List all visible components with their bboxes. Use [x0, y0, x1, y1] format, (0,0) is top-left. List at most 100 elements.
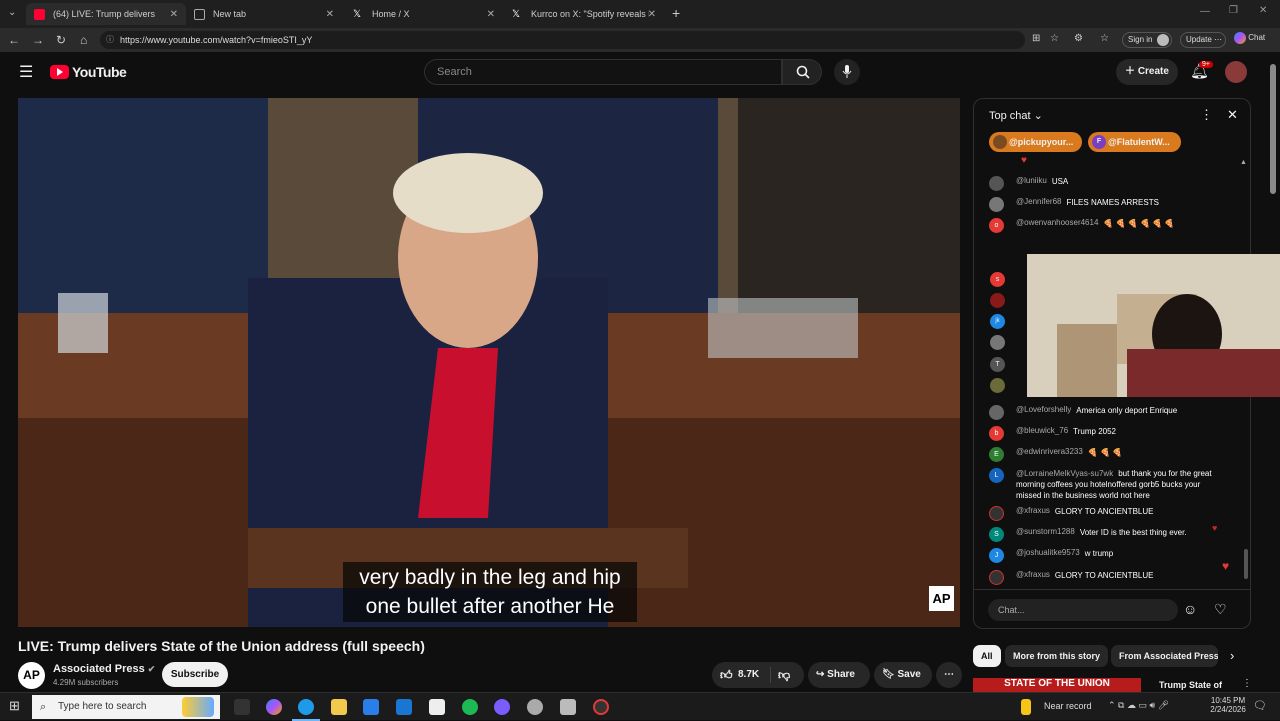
recommendation-title[interactable]: Trump State of [1159, 680, 1222, 690]
discord-icon[interactable] [494, 699, 510, 715]
chat-author[interactable]: @xfraxus [1016, 506, 1050, 515]
close-tab-icon[interactable]: ✕ [170, 9, 178, 20]
channel-avatar[interactable]: AP [18, 662, 45, 689]
store-icon[interactable] [363, 699, 379, 715]
tab-home-x[interactable]: 𝕏 Home / X ✕ [345, 3, 503, 25]
tab-list-chevron-icon[interactable]: ⌄ [8, 7, 16, 18]
system-tray-icons[interactable]: ⌃ ⧉ ☁ ▭ 🔊︎ 🎤︎ [1108, 700, 1169, 711]
notepad-icon[interactable] [429, 699, 445, 715]
recommendation-more-icon[interactable]: ⋮ [1242, 678, 1252, 689]
hamburger-menu-icon[interactable]: ☰ [19, 62, 33, 82]
search-button[interactable] [782, 59, 822, 85]
taskbar-search-input[interactable]: ⌕ Type here to search [32, 695, 220, 719]
chip-all[interactable]: All [973, 645, 1001, 667]
account-avatar[interactable] [1225, 61, 1247, 83]
chat-avatar: S [989, 527, 1004, 542]
close-tab-icon[interactable]: ✕ [326, 9, 334, 20]
chat-author[interactable]: @joshualitke9573 [1016, 548, 1080, 557]
heart-icon[interactable]: ♡ [1214, 601, 1227, 618]
chat-more-options-icon[interactable]: ⋮ [1200, 107, 1213, 123]
recommendation-thumbnail[interactable]: STATE OF THE UNION [973, 678, 1141, 692]
tab-youtube[interactable]: (64) LIVE: Trump delivers State ✕ [26, 3, 186, 25]
close-window-icon[interactable]: ✕ [1259, 5, 1267, 16]
chevron-right-icon[interactable]: › [1230, 648, 1234, 663]
chat-input[interactable]: Chat... [988, 599, 1178, 621]
app-icon[interactable]: ⊞ [1032, 33, 1040, 44]
chat-author[interactable]: @owenvanhooser4614 [1016, 218, 1098, 227]
spotify-icon[interactable] [462, 699, 478, 715]
sign-in-button[interactable]: Sign in [1122, 32, 1172, 48]
more-actions-button[interactable]: ⋯ [936, 662, 962, 688]
profile-avatar-icon [1157, 34, 1169, 46]
save-button[interactable]: 🔖︎ Save [874, 662, 932, 688]
app-icon[interactable] [527, 699, 543, 715]
chat-author[interactable]: @luniiku [1016, 176, 1047, 185]
forward-arrow-icon[interactable]: → [32, 33, 44, 47]
chip-from-associated-press[interactable]: From Associated Press [1111, 645, 1218, 667]
like-button[interactable]: 👍︎ [720, 662, 733, 688]
obs-icon[interactable] [593, 699, 609, 715]
clock[interactable]: 10:45 PM 2/24/2026 [1206, 696, 1250, 714]
channel-name[interactable]: Associated Press ✔ [53, 663, 155, 675]
mail-icon[interactable] [396, 699, 412, 715]
chat-scrollbar[interactable] [1244, 549, 1248, 579]
chat-author[interactable]: @Jennifer68 [1016, 197, 1061, 206]
search-input[interactable]: Search [424, 59, 782, 85]
refresh-icon[interactable]: ↻ [56, 33, 66, 47]
windows-start-icon[interactable]: ⊞ [9, 698, 20, 714]
tab-new-tab[interactable]: New tab ✕ [186, 3, 342, 25]
voice-search-button[interactable] [834, 59, 860, 85]
heart-reaction-icon: ♥ [1222, 559, 1230, 573]
update-button[interactable]: Update ⋯ [1180, 32, 1226, 48]
favorites-icon[interactable]: ☆ [1100, 33, 1109, 44]
chip-more-from-story[interactable]: More from this story [1005, 645, 1109, 667]
create-button[interactable]: ＋ Create [1116, 59, 1178, 85]
close-tab-icon[interactable]: ✕ [487, 9, 495, 20]
chat-avatar [989, 506, 1004, 521]
extensions-icon[interactable]: ⚙ [1074, 33, 1083, 44]
site-info-icon[interactable]: ⓘ [106, 31, 114, 49]
copilot-chat-button[interactable]: Chat [1234, 32, 1265, 44]
weather-text[interactable]: Near record [1044, 701, 1092, 711]
back-arrow-icon[interactable]: ← [8, 33, 20, 47]
edge-browser-icon[interactable] [298, 699, 314, 715]
home-icon[interactable]: ⌂ [80, 33, 87, 47]
top-chat-dropdown[interactable]: Top chat ⌄ [989, 109, 1043, 122]
chat-author[interactable]: @sunstorm1288 [1016, 527, 1075, 536]
chat-message: o @owenvanhooser4614 🍕 🍕 🍕 🍕 🍕 🍕 [989, 218, 1229, 233]
chat-author[interactable]: @edwinrivera3233 [1016, 447, 1083, 456]
video-player[interactable]: very badly in the leg and hip one bullet… [18, 98, 960, 627]
chat-author[interactable]: @xfraxus [1016, 570, 1050, 579]
subscribe-button[interactable]: Subscribe [162, 662, 228, 687]
tab-kurrco-x[interactable]: 𝕏 Kurrco on X: "Spotify reveals its la ✕ [504, 3, 664, 25]
pinned-chip-2[interactable]: F @FlatulentW... [1088, 132, 1181, 152]
pinned-chip-1[interactable]: @pickupyour... [989, 132, 1082, 152]
file-explorer-icon[interactable] [331, 699, 347, 715]
chat-author[interactable]: @bleuwick_76 [1016, 426, 1068, 435]
close-chat-icon[interactable]: ✕ [1227, 107, 1238, 123]
notification-center-icon[interactable]: 🗨︎ [1253, 699, 1267, 712]
page-icon [194, 8, 205, 20]
youtube-logo[interactable]: YouTube [50, 64, 127, 80]
dislike-button[interactable]: 👎︎ [778, 662, 790, 688]
page-scrollbar[interactable] [1270, 64, 1276, 194]
new-tab-plus-icon[interactable]: + [672, 5, 680, 21]
scroll-up-arrow-icon[interactable]: ▲ [1240, 159, 1247, 166]
chat-author[interactable]: @LorraineMelkVyas-su7wk [1016, 469, 1113, 478]
close-tab-icon[interactable]: ✕ [648, 9, 656, 20]
favorite-star-icon[interactable]: ☆ [1050, 33, 1059, 44]
app-icon[interactable] [560, 699, 576, 715]
bookmark-icon: 🔖︎ [882, 669, 895, 680]
task-view-icon[interactable] [234, 699, 250, 715]
url-field[interactable]: ⓘ https://www.youtube.com/watch?v=fmieoS… [100, 31, 1025, 49]
share-button[interactable]: ↪ Share [808, 662, 870, 688]
minimize-icon[interactable]: — [1200, 6, 1210, 17]
chat-text: w trump [1084, 549, 1114, 558]
weather-icon[interactable] [1021, 699, 1031, 715]
chat-header: Top chat ⌄ ⋮ ✕ [974, 99, 1250, 131]
copilot-icon[interactable] [266, 699, 282, 715]
maximize-icon[interactable]: ❐ [1229, 5, 1238, 16]
chevron-down-icon: ⌄ [1033, 110, 1043, 122]
emoji-icon[interactable]: ☺ [1183, 601, 1197, 617]
chat-author[interactable]: @Loveforshelly [1016, 405, 1071, 414]
